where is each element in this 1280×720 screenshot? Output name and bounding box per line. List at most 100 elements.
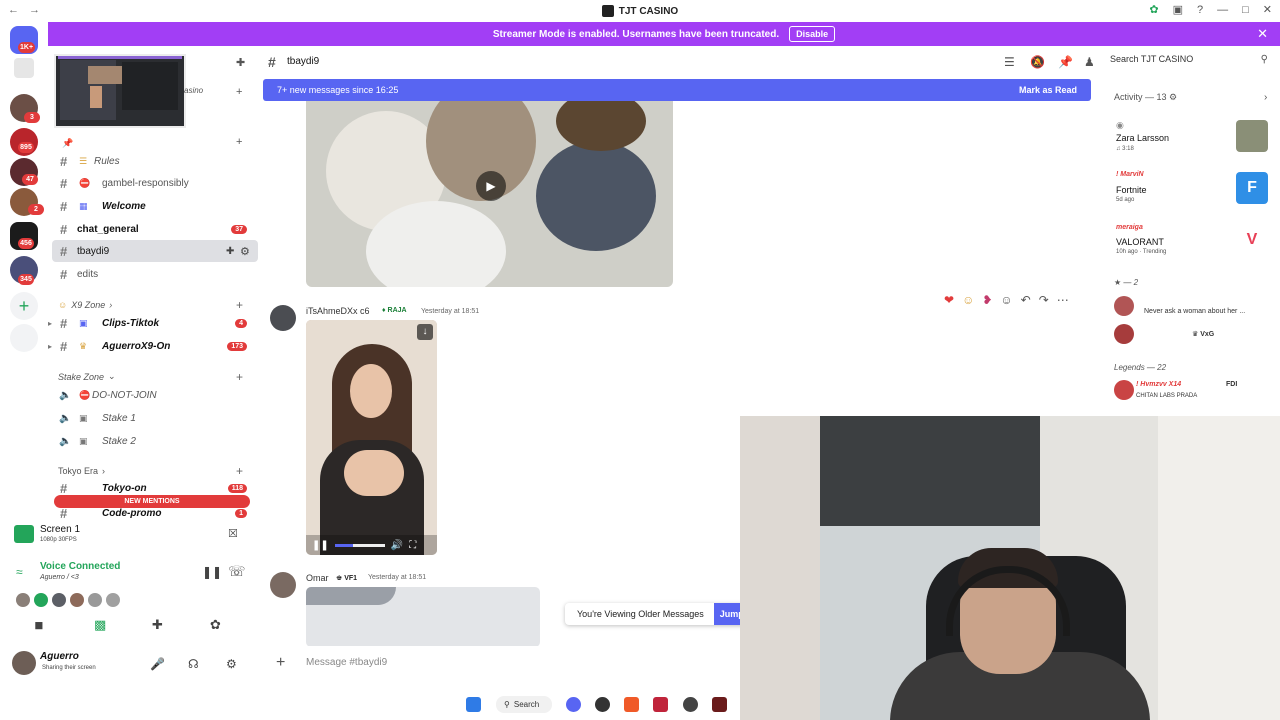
participant-avatar[interactable] xyxy=(34,593,48,607)
add-reaction-icon[interactable]: ☺ xyxy=(1000,293,1012,307)
avatar[interactable] xyxy=(1114,324,1134,344)
channel-code-promo[interactable]: # Code-promo 1 xyxy=(48,505,262,521)
category-stake-zone[interactable]: Stake Zone ⌄ + xyxy=(58,370,243,384)
channel-rules[interactable]: # Rules ☰ xyxy=(48,150,262,172)
message-author[interactable]: iTsAhmeDXx c6 xyxy=(306,306,370,316)
avatar[interactable] xyxy=(270,572,296,598)
windows-start-icon[interactable] xyxy=(466,697,481,712)
voice-channel-stake-2[interactable]: 🔈 ▣ Stake 2 xyxy=(48,430,262,452)
apps-icon[interactable]: ✚ xyxy=(152,617,163,633)
volume-icon[interactable]: 🔊 xyxy=(391,540,403,551)
video-off-icon[interactable]: ◾ xyxy=(34,617,44,633)
discord-icon[interactable] xyxy=(566,697,581,712)
message-author[interactable]: Omar xyxy=(306,573,329,583)
member-name[interactable]: ! Hvmzvv X14 xyxy=(1136,381,1181,388)
add-channel-icon[interactable]: + xyxy=(236,298,243,312)
new-messages-bar[interactable]: 7+ new messages since 16:25 Mark as Read xyxy=(263,79,1091,101)
mark-as-read-button[interactable]: Mark as Read xyxy=(1019,85,1077,95)
reply-icon[interactable]: ↶ xyxy=(1021,293,1031,307)
chevron-right-icon[interactable]: › xyxy=(1264,92,1267,103)
channel-gambel-responsibly[interactable]: # ⛔ gambel-responsibly xyxy=(48,172,262,194)
fullscreen-icon[interactable]: ⛶ xyxy=(409,540,416,551)
participant-avatar[interactable] xyxy=(70,593,84,607)
activity-icon[interactable]: ▩ xyxy=(94,617,106,633)
search-icon[interactable]: ⚲ xyxy=(1261,54,1268,65)
message-input[interactable]: Message #tbaydi9 xyxy=(306,657,387,668)
members-icon[interactable]: ♟ xyxy=(1084,55,1095,69)
inbox-icon[interactable]: ▣ xyxy=(1173,3,1183,16)
gear-icon[interactable]: ⚙ xyxy=(226,657,237,671)
gear-icon[interactable]: ⚙ xyxy=(240,245,250,258)
play-icon[interactable]: ▶ xyxy=(476,171,506,201)
minimize-button[interactable]: — xyxy=(1217,4,1228,16)
disable-button[interactable]: Disable xyxy=(789,26,836,42)
mic-icon[interactable]: 🎤 xyxy=(150,657,165,671)
category-x9-zone[interactable]: ☺ X9 Zone › + xyxy=(58,298,243,312)
channel-tokyo-on[interactable]: # Tokyo-on 118 xyxy=(48,480,262,496)
add-server-icon[interactable]: + xyxy=(10,292,38,320)
video-attachment[interactable]: ↓ ❚❚ 🔊 ⛶ xyxy=(306,320,437,555)
app-icon[interactable] xyxy=(653,697,668,712)
add-member-icon[interactable]: ✚ xyxy=(236,56,245,69)
invite-icon[interactable]: ✚ xyxy=(226,246,234,257)
participant-avatar[interactable] xyxy=(88,593,102,607)
disconnect-icon[interactable]: ☏ xyxy=(228,563,246,580)
headphones-icon[interactable]: ☊ xyxy=(188,657,199,671)
add-channel-icon[interactable]: + xyxy=(236,136,242,148)
avatar[interactable] xyxy=(1114,296,1134,316)
category-tokyo-era[interactable]: Tokyo Era › + xyxy=(58,464,243,478)
pin-icon[interactable]: 📌 xyxy=(1058,55,1073,69)
message-composer[interactable]: + Message #tbaydi9 xyxy=(262,646,740,680)
soundboard-icon[interactable]: ✿ xyxy=(210,617,221,633)
video-attachment[interactable]: ▶ xyxy=(306,101,673,287)
voice-channel-do-not-join[interactable]: 🔈 ⛔ DO-NOT-JOIN xyxy=(48,384,262,406)
channel-clips-tiktok[interactable]: ▸ # ▣ Clips-Tiktok 4 xyxy=(48,312,262,334)
activity-title[interactable]: Fortnite xyxy=(1116,185,1147,195)
maximize-button[interactable]: □ xyxy=(1242,4,1249,16)
participant-avatar[interactable] xyxy=(52,593,66,607)
stop-share-icon[interactable]: ☒ xyxy=(228,527,238,540)
close-button[interactable]: ✕ xyxy=(1263,3,1272,16)
screen-preview[interactable] xyxy=(54,54,186,128)
app-icon[interactable] xyxy=(712,697,727,712)
discover-icon[interactable] xyxy=(10,324,38,352)
banner-close-icon[interactable]: ✕ xyxy=(1257,26,1268,42)
add-channel-icon[interactable]: + xyxy=(236,464,243,478)
taskbar-search[interactable]: ⚲ Search xyxy=(496,696,552,713)
app-icon[interactable] xyxy=(595,697,610,712)
app-icon[interactable] xyxy=(683,697,698,712)
video-progress[interactable] xyxy=(334,543,385,547)
avatar[interactable] xyxy=(12,651,36,675)
channel-aguerrox9-on[interactable]: ▸ # ♛ AguerroX9-On 173 xyxy=(48,335,262,357)
threads-icon[interactable]: ☰ xyxy=(1004,55,1015,69)
noise-suppression-icon[interactable]: ❚❚ xyxy=(202,565,222,579)
notifications-off-icon[interactable]: 🔕 xyxy=(1030,55,1045,69)
channel-welcome[interactable]: # ▦ Welcome xyxy=(48,195,262,217)
add-channel-icon[interactable]: + xyxy=(236,86,242,98)
help-icon[interactable]: ? xyxy=(1197,4,1203,16)
participant-avatar[interactable] xyxy=(16,593,30,607)
more-icon[interactable]: ⋯ xyxy=(1057,293,1069,307)
participant-avatar[interactable] xyxy=(106,593,120,607)
voice-channel-stake-1[interactable]: 🔈 ▣ Stake 1 xyxy=(48,407,262,429)
laugh-reaction-icon[interactable]: ☺ xyxy=(962,293,974,307)
forward-arrow-icon[interactable]: → xyxy=(29,4,40,16)
search-input[interactable]: Search TJT CASINO ⚲ xyxy=(1110,54,1274,70)
video-attachment[interactable] xyxy=(306,587,540,646)
channel-tbaydi9[interactable]: # tbaydi9 ✚ ⚙ xyxy=(52,240,258,262)
brave-icon[interactable] xyxy=(624,697,639,712)
voice-channel-name[interactable]: Aguerro / <3 xyxy=(40,574,79,581)
avatar[interactable] xyxy=(270,305,296,331)
broken-heart-reaction-icon[interactable]: ❥ xyxy=(982,293,992,307)
forward-icon[interactable]: ↷ xyxy=(1039,293,1049,307)
hourglass-icon[interactable] xyxy=(14,58,34,78)
activity-title[interactable]: VALORANT xyxy=(1116,237,1164,247)
channel-edits[interactable]: # edits xyxy=(48,263,262,285)
avatar[interactable] xyxy=(1114,380,1134,400)
attach-icon[interactable]: + xyxy=(276,654,285,672)
download-icon[interactable]: ↓ xyxy=(417,324,433,340)
channel-chat-general[interactable]: # chat_general 37 xyxy=(48,218,262,240)
gear-icon[interactable]: ⚙ xyxy=(1169,92,1177,102)
activity-title[interactable]: Zara Larsson xyxy=(1116,133,1169,143)
heart-reaction-icon[interactable]: ❤ xyxy=(944,293,954,307)
